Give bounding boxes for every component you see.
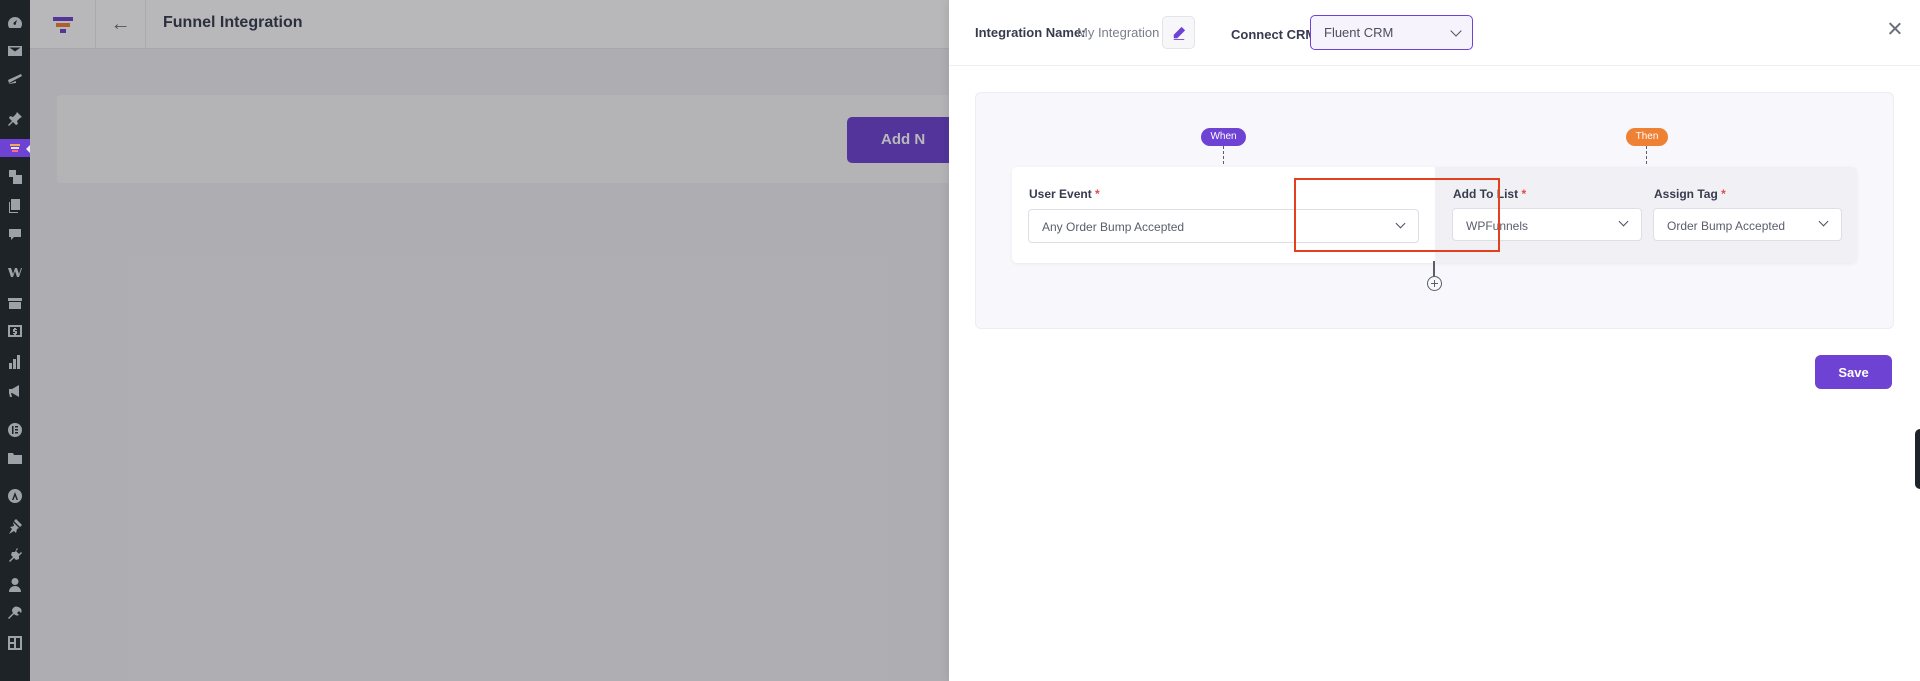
integration-name-value: My Integration <box>1077 25 1160 40</box>
brush-icon[interactable] <box>6 70 24 88</box>
marketing-icon[interactable] <box>6 382 24 400</box>
edit-name-button[interactable] <box>1162 16 1195 49</box>
comments-icon[interactable] <box>6 226 24 244</box>
users-icon[interactable] <box>6 576 24 594</box>
media-icon[interactable] <box>6 168 24 186</box>
chevron-down-icon <box>1618 216 1629 227</box>
payments-icon[interactable] <box>6 322 24 340</box>
plugins-icon[interactable] <box>6 546 24 564</box>
pin-icon[interactable] <box>6 110 24 128</box>
when-connector <box>1223 146 1224 164</box>
then-connector <box>1646 146 1647 164</box>
mail-icon[interactable] <box>6 42 24 60</box>
assign-tag-highlight <box>1294 178 1500 252</box>
integration-drawer: Integration Name: My Integration Connect… <box>949 0 1920 681</box>
connect-crm-select[interactable]: Fluent CRM <box>1310 15 1473 50</box>
chevron-down-icon <box>1450 25 1462 37</box>
products-icon[interactable] <box>6 294 24 312</box>
integration-name-label: Integration Name: <box>975 25 1086 40</box>
astra-icon[interactable] <box>6 487 24 505</box>
appearance-icon[interactable] <box>6 517 24 535</box>
assign-tag-value: Order Bump Accepted <box>1667 219 1786 233</box>
woo-icon[interactable] <box>6 263 24 281</box>
close-icon[interactable] <box>1886 20 1904 38</box>
when-badge: When <box>1201 128 1246 146</box>
user-event-value: Any Order Bump Accepted <box>1042 220 1185 234</box>
then-badge: Then <box>1626 128 1668 146</box>
save-button[interactable]: Save <box>1815 355 1892 389</box>
modal-overlay[interactable] <box>30 0 949 681</box>
chevron-down-icon <box>1818 216 1829 227</box>
connect-crm-label: Connect CRM <box>1231 27 1317 42</box>
drawer-header: Integration Name: My Integration Connect… <box>949 0 1920 66</box>
wp-admin-sidebar <box>0 0 31 681</box>
pages-icon[interactable] <box>6 197 24 215</box>
elementor-icon[interactable] <box>6 421 24 439</box>
side-handle[interactable] <box>1915 429 1920 489</box>
pencil-icon <box>1173 26 1185 40</box>
assign-tag-label: Assign Tag * <box>1654 187 1726 201</box>
user-event-label: User Event * <box>1029 187 1100 201</box>
add-step-plus-icon[interactable] <box>1427 276 1442 291</box>
analytics-icon[interactable] <box>6 353 24 371</box>
assign-tag-select[interactable]: Order Bump Accepted <box>1653 208 1842 241</box>
add-step-connector <box>1433 261 1435 276</box>
connect-crm-value: Fluent CRM <box>1324 25 1394 40</box>
funnel-icon[interactable] <box>0 139 31 157</box>
settings-icon[interactable] <box>6 634 24 652</box>
folder-icon[interactable] <box>6 449 24 467</box>
tools-icon[interactable] <box>6 605 24 623</box>
dashboard-icon[interactable] <box>6 14 24 32</box>
